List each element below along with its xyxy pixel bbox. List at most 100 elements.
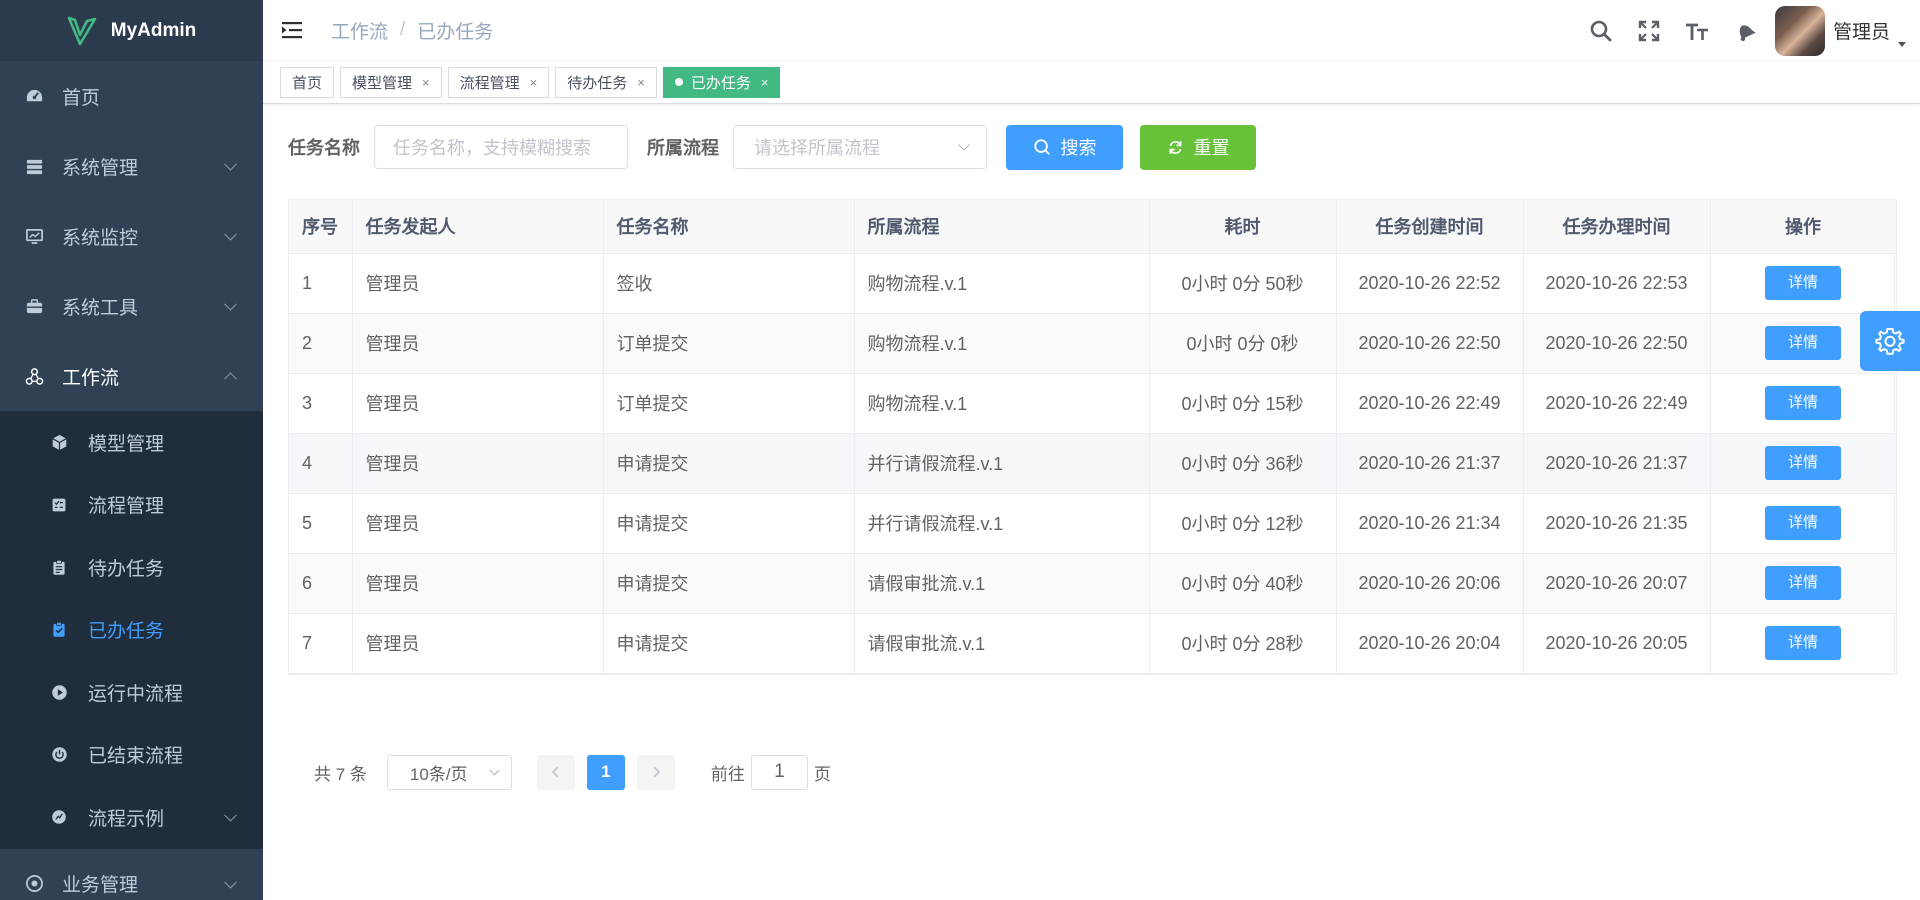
- tags-view: 首页 模型管理 × 流程管理 × 待办任务 × 已办任务 ×: [263, 61, 1920, 104]
- cell-index: 4: [289, 433, 353, 494]
- sidebar-item-todo-tasks[interactable]: 待办任务: [0, 536, 263, 599]
- close-icon[interactable]: ×: [761, 75, 769, 90]
- cell-created-time: 2020-10-26 20:04: [1336, 613, 1524, 674]
- sidebar-item-system[interactable]: 系统管理: [0, 131, 263, 201]
- tag-process-management[interactable]: 流程管理 ×: [447, 66, 550, 98]
- close-icon[interactable]: ×: [637, 75, 645, 90]
- chevron-down-icon: [224, 157, 237, 171]
- notification-bell-icon[interactable]: [1721, 0, 1769, 61]
- process-label: 所属流程: [647, 138, 719, 158]
- list-icon: [50, 496, 68, 514]
- close-icon[interactable]: ×: [530, 75, 538, 90]
- process-placeholder: 请选择所属流程: [754, 138, 880, 158]
- sidebar-item-finished-process[interactable]: 已结束流程: [0, 724, 263, 787]
- detail-button[interactable]: 详情: [1765, 386, 1841, 420]
- reset-button[interactable]: 重置: [1140, 124, 1256, 170]
- page-number-current[interactable]: 1: [586, 754, 625, 790]
- sidebar-item-business[interactable]: 业务管理: [0, 849, 263, 900]
- sidebar-item-process-management[interactable]: 流程管理: [0, 474, 263, 537]
- sidebar-item-label: 系统管理: [62, 157, 139, 179]
- task-name-input[interactable]: 任务名称，支持模糊搜索: [374, 125, 628, 169]
- cell-index: 7: [289, 613, 353, 674]
- sidebar-item-running-process[interactable]: 运行中流程: [0, 661, 263, 724]
- hamburger-button[interactable]: [268, 0, 318, 61]
- cell-process: 并行请假流程.v.1: [854, 493, 1150, 554]
- breadcrumb-parent[interactable]: 工作流: [331, 17, 388, 44]
- tag-home[interactable]: 首页: [280, 66, 335, 98]
- detail-button[interactable]: 详情: [1765, 266, 1841, 300]
- detail-button[interactable]: 详情: [1765, 506, 1841, 540]
- sidebar-item-label: 系统工具: [62, 297, 139, 319]
- active-dot-icon: [674, 78, 683, 86]
- detail-button[interactable]: 详情: [1765, 446, 1841, 480]
- cell-handled-time: 2020-10-26 21:37: [1523, 433, 1711, 494]
- col-header-task-name: 任务名称: [603, 200, 855, 254]
- sidebar-item-tools[interactable]: 系统工具: [0, 271, 263, 341]
- tag-label: 已办任务: [690, 74, 751, 92]
- sidebar-item-workflow[interactable]: 工作流: [0, 341, 263, 411]
- logo-icon: [67, 16, 97, 45]
- sidebar-item-model-management[interactable]: 模型管理: [0, 411, 263, 474]
- sidebar-item-process-examples[interactable]: 流程示例: [0, 786, 263, 849]
- example-icon: [50, 808, 68, 826]
- detail-button[interactable]: 详情: [1765, 566, 1841, 600]
- cell-initiator: 管理员: [352, 253, 604, 314]
- tag-done-tasks[interactable]: 已办任务 ×: [662, 66, 781, 98]
- font-size-icon[interactable]: [1673, 0, 1721, 61]
- chevron-down-icon: [224, 227, 237, 241]
- cell-process: 购物流程.v.1: [854, 253, 1150, 314]
- cell-duration: 0小时 0分 0秒: [1149, 313, 1337, 374]
- sidebar-item-label: 首页: [62, 87, 101, 109]
- tasks-table: 序号 任务发起人 任务名称 所属流程 耗时 任务创建时间 任务办理时间 操作 1…: [288, 199, 1897, 675]
- cell-duration: 0小时 0分 28秒: [1149, 613, 1337, 674]
- detail-button[interactable]: 详情: [1765, 626, 1841, 660]
- chevron-down-icon: [489, 765, 500, 775]
- fullscreen-icon[interactable]: [1625, 0, 1673, 61]
- search-icon: [1033, 139, 1050, 155]
- tag-todo-tasks[interactable]: 待办任务 ×: [555, 66, 657, 98]
- cell-created-time: 2020-10-26 22:49: [1336, 373, 1524, 434]
- sidebar-item-done-tasks[interactable]: 已办任务: [0, 599, 263, 662]
- reset-button-label: 重置: [1193, 138, 1230, 158]
- business-icon: [24, 874, 44, 894]
- avatar[interactable]: [1774, 5, 1825, 56]
- user-dropdown[interactable]: 管理员: [1774, 5, 1906, 56]
- cube-icon: [50, 433, 68, 451]
- monitor-icon: [24, 226, 44, 246]
- caret-down-icon: [1898, 41, 1906, 47]
- process-select[interactable]: 请选择所属流程: [733, 125, 987, 169]
- chevron-down-icon: [224, 809, 237, 822]
- power-icon: [50, 746, 68, 764]
- col-header-actions: 操作: [1710, 200, 1897, 254]
- next-page-button[interactable]: [636, 754, 675, 790]
- user-name[interactable]: 管理员: [1833, 17, 1890, 44]
- tag-model-management[interactable]: 模型管理 ×: [340, 66, 442, 98]
- cell-initiator: 管理员: [352, 313, 604, 374]
- search-button[interactable]: 搜索: [1006, 124, 1123, 170]
- chevron-left-icon: [551, 766, 559, 778]
- sidebar-item-monitor[interactable]: 系统监控: [0, 201, 263, 271]
- logo[interactable]: MyAdmin: [0, 0, 263, 61]
- cell-task-name: 申请提交: [603, 553, 855, 614]
- cell-initiator: 管理员: [352, 493, 604, 554]
- goto-page-input[interactable]: 1: [750, 754, 808, 790]
- prev-page-button[interactable]: [536, 754, 575, 790]
- detail-button[interactable]: 详情: [1765, 326, 1841, 360]
- sidebar-item-label: 流程示例: [88, 808, 165, 830]
- sidebar-item-label: 业务管理: [62, 875, 139, 896]
- col-header-handled-time: 任务办理时间: [1523, 200, 1711, 254]
- cell-process: 请假审批流.v.1: [854, 553, 1150, 614]
- close-icon[interactable]: ×: [422, 75, 430, 90]
- sidebar-item-label: 流程管理: [88, 496, 165, 518]
- page-size-select[interactable]: 10条/页: [386, 754, 512, 790]
- settings-button[interactable]: [1860, 311, 1920, 371]
- pagination: 共 7 条 10条/页 1 前往 1 页: [314, 754, 1895, 790]
- cell-initiator: 管理员: [352, 373, 604, 434]
- col-header-duration: 耗时: [1149, 200, 1337, 254]
- search-icon[interactable]: [1577, 0, 1625, 61]
- page-size-value: 10条/页: [409, 764, 468, 784]
- cell-handled-time: 2020-10-26 22:49: [1523, 373, 1711, 434]
- page-jumper: 前往 1 页: [711, 754, 831, 790]
- cell-index: 6: [289, 553, 353, 614]
- sidebar-item-home[interactable]: 首页: [0, 61, 263, 131]
